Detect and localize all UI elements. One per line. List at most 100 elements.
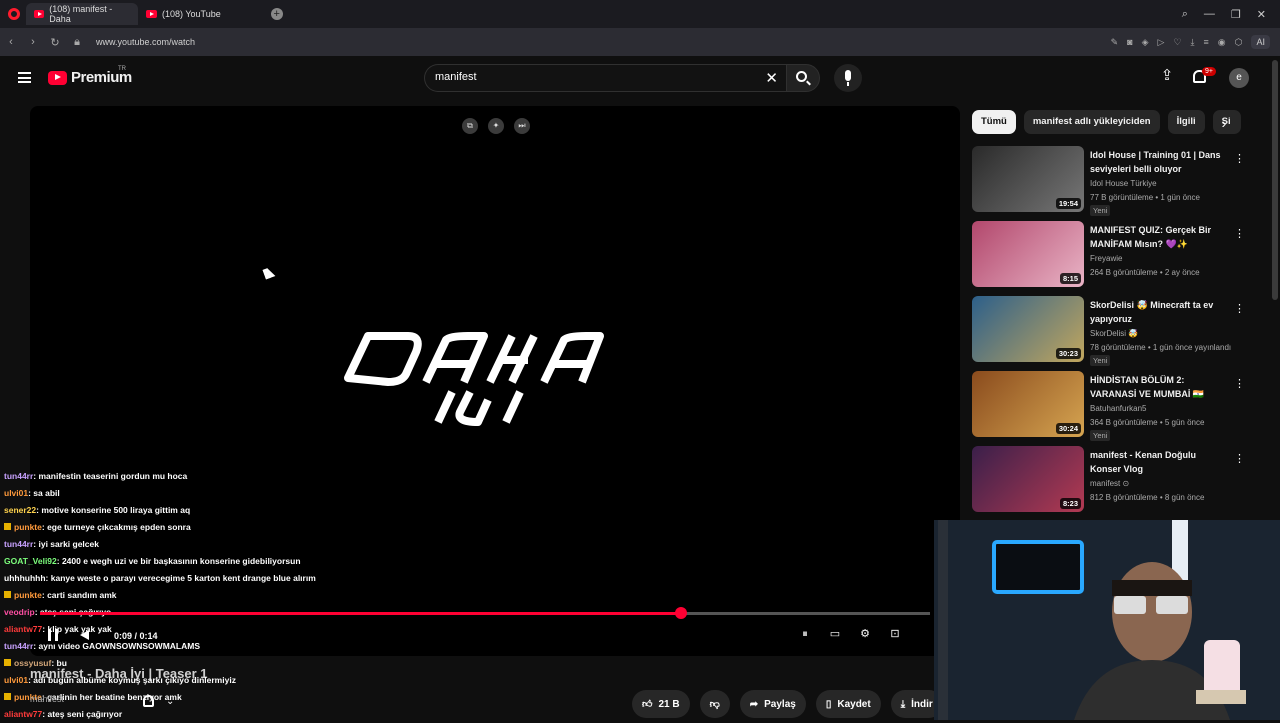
search-input[interactable] — [435, 71, 755, 83]
scrubber-handle[interactable] — [674, 607, 687, 619]
recommended-video[interactable]: 8:15 MANIFEST QUIZ: Gerçek Bir MANİFAM Mı… — [972, 221, 1245, 296]
recommended-video[interactable]: 8:23 manifest - Kenan Doğulu Konser Vlog m… — [972, 446, 1245, 521]
chip-from-uploader[interactable]: manifest adlı yükleyiciden — [1023, 110, 1160, 134]
miniplayer-icon[interactable]: ⧉ — [462, 118, 478, 134]
chat-username[interactable]: tun44rr — [4, 641, 33, 651]
recommended-channel[interactable]: Idol House Türkiye — [1090, 179, 1157, 188]
more-options-icon[interactable]: ⋮ — [1234, 377, 1245, 390]
recommended-title[interactable]: MANIFEST QUIZ: Gerçek Bir MANİFAM Mısın?… — [1090, 223, 1226, 251]
volume-icon[interactable] — [80, 630, 89, 640]
maximize-icon[interactable]: ❐ — [1231, 8, 1241, 21]
create-upload-icon[interactable]: ⇪ — [1160, 68, 1174, 84]
recommended-channel[interactable]: Batuhanfurkan5 — [1090, 404, 1147, 413]
share-button[interactable]: ➦ Paylaş — [739, 690, 806, 718]
edit-icon[interactable]: ✎ — [1111, 37, 1119, 48]
back-icon[interactable]: ‹ — [0, 36, 22, 48]
skip-icon[interactable]: ⏭ — [514, 118, 530, 134]
recommended-video[interactable]: 30:23 SkorDelisi 🤯 Minecraft ta ev yapıyo… — [972, 296, 1245, 371]
theater-mode-icon[interactable]: ⊡ — [888, 627, 902, 641]
autoplay-toggle-icon[interactable]: ⏸ — [798, 627, 812, 641]
recommended-channel[interactable]: Freyawie — [1090, 254, 1122, 263]
url-text[interactable]: www.youtube.com/watch — [96, 37, 195, 47]
recommended-title[interactable]: manifest - Kenan Doğulu Konser Vlog — [1090, 448, 1226, 476]
hamburger-menu-icon[interactable] — [18, 72, 31, 83]
video-thumbnail[interactable]: 8:23 — [972, 446, 1084, 512]
new-tab-icon[interactable]: + — [270, 8, 283, 20]
camera-icon[interactable]: ◙ — [1127, 37, 1132, 47]
chat-username[interactable]: punkte — [14, 522, 42, 532]
chat-username[interactable]: ulvi01 — [4, 675, 28, 685]
search-button[interactable] — [786, 64, 820, 92]
recommended-channel[interactable]: SkorDelisi 🤯 — [1090, 329, 1138, 338]
chat-username[interactable]: tun44rr — [4, 471, 33, 481]
captions-icon[interactable]: ▭ — [828, 627, 842, 641]
chip-related[interactable]: İlgili — [1167, 110, 1205, 134]
chat-username[interactable]: uhhhuhhh — [4, 573, 46, 583]
recommended-video[interactable]: 30:24 HİNDİSTAN BÖLÜM 2: VARANASİ VE MUMB… — [972, 371, 1245, 446]
like-button[interactable]: 👍︎ 21 B — [632, 690, 690, 718]
voice-search-icon[interactable] — [834, 64, 862, 92]
channel-name[interactable]: manifest — [30, 694, 64, 704]
chat-username[interactable]: aliantw77 — [4, 709, 42, 719]
chat-message: tun44rr: manifestin teaserini gordun mu … — [4, 468, 524, 485]
chevron-down-icon[interactable]: ⌄ — [166, 696, 174, 707]
play-icon[interactable]: ▷ — [1158, 37, 1165, 48]
menu-icon[interactable]: ≡ — [1204, 37, 1209, 47]
tab-youtube-home[interactable]: (108) YouTube — [138, 3, 229, 25]
chat-username[interactable]: sener22 — [4, 505, 36, 515]
recommended-video[interactable]: 19:54 Idol House | Training 01 | Dans sev… — [972, 146, 1245, 221]
video-thumbnail[interactable]: 8:15 — [972, 221, 1084, 287]
chip-all[interactable]: Tümü — [972, 110, 1016, 134]
search-tabs-icon[interactable]: ⌕ — [1182, 8, 1188, 21]
chat-username[interactable]: ulvi01 — [4, 488, 28, 498]
tab-label: (108) YouTube — [162, 9, 221, 19]
settings-gear-icon[interactable]: ⚙ — [858, 627, 872, 641]
video-thumbnail[interactable]: 30:23 — [972, 296, 1084, 362]
video-title: manifest - Daha İyi | Teaser 1 — [30, 666, 208, 681]
dislike-button[interactable]: 👎︎ — [699, 690, 730, 718]
new-badge: Yeni — [1090, 430, 1111, 441]
youtube-premium-logo[interactable]: Premium TR — [48, 66, 132, 86]
subscribe-bell-icon[interactable] — [143, 695, 154, 707]
video-thumbnail[interactable]: 19:54 — [972, 146, 1084, 212]
video-thumbnail[interactable]: 30:24 — [972, 371, 1084, 437]
more-options-icon[interactable]: ⋮ — [1234, 227, 1245, 240]
recommended-title[interactable]: Idol House | Training 01 | Dans seviyele… — [1090, 148, 1226, 176]
share-label: Paylaş — [764, 698, 796, 710]
forward-icon[interactable]: › — [22, 36, 44, 48]
minimize-icon[interactable]: — — [1204, 8, 1215, 21]
profile-icon[interactable]: ◉ — [1218, 37, 1226, 48]
more-options-icon[interactable]: ⋮ — [1234, 302, 1245, 315]
lock-icon: 🔒︎ — [74, 35, 80, 48]
chat-username[interactable]: GOAT_Veli92 — [4, 556, 57, 566]
chat-username[interactable]: punkte — [14, 590, 42, 600]
chat-username[interactable]: aliantw77 — [4, 624, 42, 634]
notification-badge: 9+ — [1202, 67, 1216, 76]
heart-icon[interactable]: ♡ — [1173, 37, 1181, 48]
video-duration: 30:24 — [1055, 423, 1081, 434]
download-icon[interactable]: ⤓ — [1191, 37, 1195, 48]
tab-youtube-manifest[interactable]: (108) manifest - Daha — [26, 3, 138, 25]
save-button[interactable]: ▯ Kaydet — [815, 690, 881, 718]
pause-icon[interactable] — [48, 629, 58, 641]
recommended-title[interactable]: HİNDİSTAN BÖLÜM 2: VARANASİ VE MUMBAİ 🇮🇳 — [1090, 373, 1226, 401]
page-scrollbar[interactable] — [1272, 60, 1278, 300]
more-options-icon[interactable]: ⋮ — [1234, 152, 1245, 165]
more-options-icon[interactable]: ⋮ — [1234, 452, 1245, 465]
ai-button[interactable]: AI — [1251, 35, 1270, 49]
chat-username[interactable]: tun44rr — [4, 539, 33, 549]
clear-search-icon[interactable]: ✕ — [765, 69, 778, 87]
related-filter-chips: Tümü manifest adlı yükleyiciden İlgili S… — [972, 110, 1241, 134]
extensions-icon[interactable]: ⬡ — [1235, 37, 1243, 48]
chat-username[interactable]: veodrip — [4, 607, 35, 617]
shield-icon[interactable]: ◈ — [1142, 37, 1149, 48]
avatar[interactable]: e — [1229, 68, 1249, 88]
opera-logo-icon[interactable] — [8, 8, 20, 20]
recommended-title[interactable]: SkorDelisi 🤯 Minecraft ta ev yapıyoruz — [1090, 298, 1226, 326]
recommended-channel[interactable]: manifest ⊙ — [1090, 479, 1129, 488]
close-window-icon[interactable]: ✕ — [1257, 8, 1266, 21]
reload-icon[interactable]: ↻ — [44, 36, 66, 49]
ai-sparkle-icon[interactable]: ✦ — [488, 118, 504, 134]
chevron-right-icon[interactable]: › — [1212, 114, 1236, 132]
progress-bar[interactable] — [40, 607, 930, 619]
